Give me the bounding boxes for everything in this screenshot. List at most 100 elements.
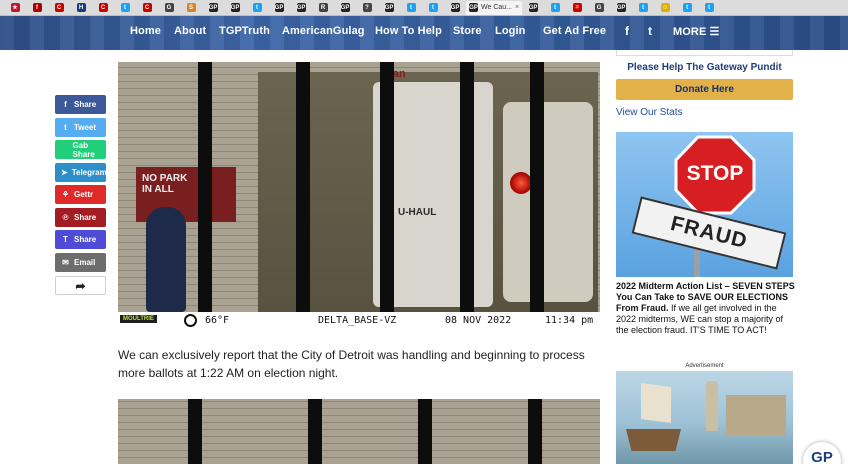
tab-favicon-icon: GP — [208, 3, 218, 12]
browser-tab[interactable]: S — [180, 1, 202, 15]
browser-tab[interactable]: ☺ — [654, 1, 676, 15]
share-button-email[interactable]: ✉ Email — [55, 253, 106, 272]
browser-tab[interactable]: t — [698, 1, 720, 15]
browser-tab[interactable]: t — [632, 1, 654, 15]
surveillance-photo-1: Van U-HAUL NO PARK IN ALL MOULTRIE 66°F … — [118, 62, 600, 330]
browser-tab[interactable]: GP — [378, 1, 400, 15]
share-more-button[interactable]: ➦ — [55, 276, 106, 295]
share-button-share[interactable]: T Share — [55, 230, 106, 249]
browser-tab[interactable]: ? — [356, 1, 378, 15]
browser-tab[interactable]: R — [312, 1, 334, 15]
share-button-telegram[interactable]: ➤ Telegram — [55, 163, 107, 182]
tab-favicon-icon: GP — [384, 3, 394, 12]
tab-favicon-icon: t — [682, 3, 692, 12]
person-figure — [146, 207, 186, 312]
nav-tgptruth[interactable]: TGPTruth — [219, 25, 270, 37]
browser-tab[interactable]: C — [136, 1, 158, 15]
camera-brand: MOULTRIE — [120, 315, 157, 323]
browser-tab[interactable]: f — [26, 1, 48, 15]
browser-tab[interactable]: G — [158, 1, 180, 15]
tab-favicon-icon: ☺ — [660, 3, 670, 12]
share-icon: T — [63, 235, 68, 244]
sidebar-box-edge — [616, 50, 793, 56]
nav-store[interactable]: Store — [453, 25, 482, 37]
browser-tab[interactable]: t — [400, 1, 422, 15]
browser-tab[interactable]: H — [70, 1, 92, 15]
gp-badge[interactable]: GP — [803, 442, 841, 464]
tab-favicon-icon: C — [142, 3, 152, 12]
browser-tab[interactable]: t — [422, 1, 444, 15]
share-icon: ➤ — [61, 168, 68, 177]
moon-phase-icon — [184, 314, 197, 327]
help-title: Please Help The Gateway Pundit — [627, 62, 782, 73]
browser-tab[interactable]: t — [544, 1, 566, 15]
browser-tab-active[interactable]: GP We Cau... × — [466, 0, 523, 15]
stop-sign-text: STOP — [686, 162, 744, 185]
browser-tab[interactable]: C — [48, 1, 70, 15]
castle-tower — [706, 381, 718, 431]
view-stats-link[interactable]: View Our Stats — [616, 107, 683, 118]
share-icon: t — [64, 123, 67, 132]
browser-tab[interactable]: = — [566, 1, 588, 15]
uhaul-truck — [503, 102, 593, 302]
browser-tab[interactable]: GP — [268, 1, 290, 15]
browser-tab[interactable]: GP — [224, 1, 246, 15]
nav-home[interactable]: Home — [130, 25, 161, 37]
browser-tab[interactable]: GP — [444, 1, 466, 15]
tab-favicon-icon: t — [638, 3, 648, 12]
donate-button[interactable]: Donate Here — [616, 79, 793, 100]
castle-wall — [726, 395, 786, 435]
tab-favicon-icon: S — [186, 3, 196, 12]
share-button-tweet[interactable]: t Tweet — [55, 118, 106, 137]
advertisement-image[interactable] — [616, 371, 793, 464]
browser-tab[interactable]: GP — [290, 1, 312, 15]
browser-tab[interactable]: t — [246, 1, 268, 15]
browser-tab-strip: ★ f C H Ct C G S GP GP t GP GP R GP? GP t t GP GP We Cau... ×… — [0, 0, 848, 16]
nav-about[interactable]: About — [174, 25, 206, 37]
browser-tab[interactable]: G — [588, 1, 610, 15]
browser-tab[interactable]: t — [114, 1, 136, 15]
browser-tab[interactable]: GP — [334, 1, 356, 15]
nav-get-ad-free[interactable]: Get Ad Free — [543, 25, 606, 37]
fence-bar — [296, 62, 310, 330]
browser-tab[interactable]: GP — [202, 1, 224, 15]
tab-favicon-icon: f — [32, 3, 42, 12]
share-button-gettr[interactable]: ⚘ Gettr — [55, 185, 106, 204]
share-label: Telegram — [71, 168, 107, 177]
share-label: Share — [74, 100, 97, 109]
midterm-promo[interactable]: 2022 Midterm Action List – SEVEN STEPS Y… — [616, 281, 796, 336]
share-label: Gettr — [74, 190, 94, 199]
share-button-share[interactable]: f Share — [55, 95, 106, 114]
nav-login[interactable]: Login — [495, 25, 525, 37]
tab-favicon-icon: GP — [616, 3, 626, 12]
tab-favicon-icon: GP — [230, 3, 240, 12]
nav-more-menu[interactable]: MORE ☰ — [673, 25, 720, 38]
tail-light — [510, 172, 532, 194]
share-button-share[interactable]: ℗ Share — [55, 208, 106, 227]
stop-fraud-image[interactable]: STOP FRAUD — [616, 132, 793, 277]
browser-tab[interactable]: t — [676, 1, 698, 15]
tab-favicon-icon: R — [318, 3, 328, 12]
nav-how-to-help[interactable]: How To Help — [375, 25, 442, 37]
tab-close-icon[interactable]: × — [515, 4, 519, 11]
facebook-icon[interactable]: f — [625, 24, 629, 38]
share-button-gab-share[interactable]: Gab Share — [55, 140, 106, 159]
fence-bar — [308, 399, 322, 464]
tab-favicon-icon: t — [252, 3, 262, 12]
share-label: Gab Share — [72, 140, 95, 159]
tab-favicon-icon: C — [98, 3, 108, 12]
advertisement-label: Advertisement — [685, 363, 724, 369]
tab-favicon-icon: GP — [296, 3, 306, 12]
camera-time: 11:34 pm — [545, 315, 594, 326]
twitter-icon[interactable]: t — [648, 24, 652, 38]
browser-tab[interactable]: ★ — [4, 1, 26, 15]
tab-favicon-icon: GP — [528, 3, 538, 12]
tab-favicon-icon: ? — [362, 3, 372, 12]
nav-americangulag[interactable]: AmericanGulag — [282, 25, 365, 37]
share-icon: f — [64, 100, 67, 109]
share-icon: ℗ — [62, 213, 69, 222]
share-label: Tweet — [74, 123, 97, 132]
browser-tab[interactable]: GP — [522, 1, 544, 15]
browser-tab[interactable]: GP — [610, 1, 632, 15]
browser-tab[interactable]: C — [92, 1, 114, 15]
